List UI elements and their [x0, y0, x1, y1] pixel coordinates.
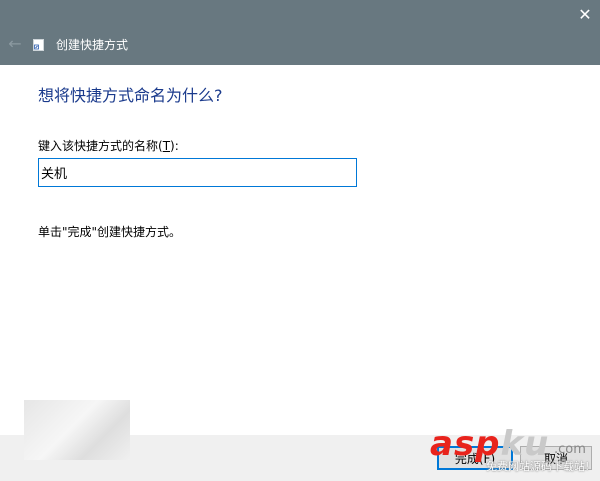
close-icon: ✕ — [578, 5, 592, 24]
finish-button[interactable]: 完成(F) — [437, 446, 513, 470]
close-button[interactable]: ✕ — [570, 0, 600, 30]
shortcut-name-input[interactable] — [38, 158, 357, 187]
shortcut-icon — [33, 39, 44, 51]
wizard-title: 创建快捷方式 — [56, 38, 129, 52]
back-button[interactable]: ← — [4, 34, 26, 54]
finish-hint: 单击"完成"创建快捷方式。 — [38, 225, 182, 239]
name-field-label-key: T — [162, 139, 171, 153]
name-field-label-end: ): — [170, 139, 179, 153]
name-field-label-text: 键入该快捷方式的名称( — [38, 139, 163, 153]
page-heading: 想将快捷方式命名为什么? — [38, 86, 223, 105]
corner-image — [24, 400, 130, 460]
title-bar: ✕ ← 创建快捷方式 — [0, 0, 600, 65]
cancel-button[interactable]: 取消 — [520, 446, 592, 470]
back-arrow-icon: ← — [8, 34, 22, 53]
name-field-label: 键入该快捷方式的名称(T): — [38, 138, 179, 154]
